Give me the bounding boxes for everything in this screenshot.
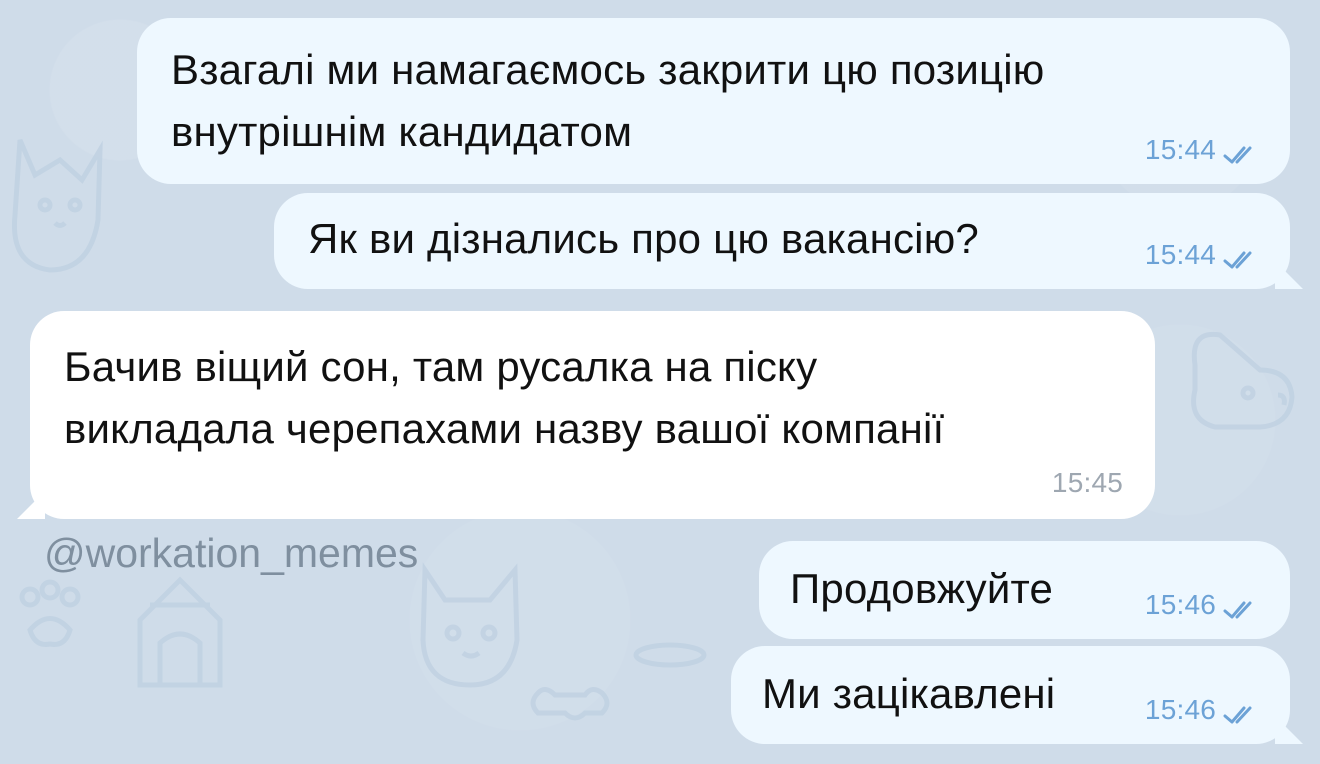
message-time: 15:44 <box>1144 239 1216 270</box>
message-meta: 15:44 <box>1145 241 1260 269</box>
message-bubble-outgoing[interactable]: Взагалі ми намагаємось закрити цю позиці… <box>137 18 1290 184</box>
message-text: Бачив віщий сон, там русалка на піску ви… <box>64 343 945 452</box>
message-meta: 15:44 <box>1145 136 1260 164</box>
watermark-text: @workation_memes <box>44 530 419 576</box>
message-time: 15:46 <box>1144 589 1216 620</box>
message-meta: 15:46 <box>1145 696 1260 724</box>
double-check-icon <box>1222 701 1260 724</box>
message-bubble-outgoing[interactable]: Продовжуйте 15:46 <box>759 541 1290 639</box>
message-meta: 15:45 <box>1052 469 1123 497</box>
doghouse-doodle-icon <box>137 576 223 688</box>
message-time: 15:45 <box>1051 467 1123 498</box>
message-bubble-incoming[interactable]: Бачив віщий сон, там русалка на піску ви… <box>17 311 1155 519</box>
message-bubble-outgoing[interactable]: Ми зацікавлені 15:46 <box>731 646 1303 744</box>
cat-doodle-icon <box>11 139 103 273</box>
dog-doodle-icon <box>1191 331 1295 430</box>
bone-doodle-icon <box>530 687 610 721</box>
message-time: 15:46 <box>1144 694 1216 725</box>
message-text: Взагалі ми намагаємось закрити цю позиці… <box>171 46 1045 155</box>
message-text: Як ви дізнались про цю вакансію? <box>308 215 979 262</box>
double-check-icon <box>1222 596 1260 619</box>
message-bubble-outgoing[interactable]: Як ви дізнались про цю вакансію? 15:44 <box>274 193 1303 289</box>
double-check-icon <box>1222 246 1260 269</box>
paw-doodle-icon <box>19 579 81 647</box>
double-check-icon <box>1222 141 1260 164</box>
message-meta: 15:46 <box>1145 591 1260 619</box>
halo-doodle-icon <box>633 642 707 668</box>
message-time: 15:44 <box>1144 134 1216 165</box>
